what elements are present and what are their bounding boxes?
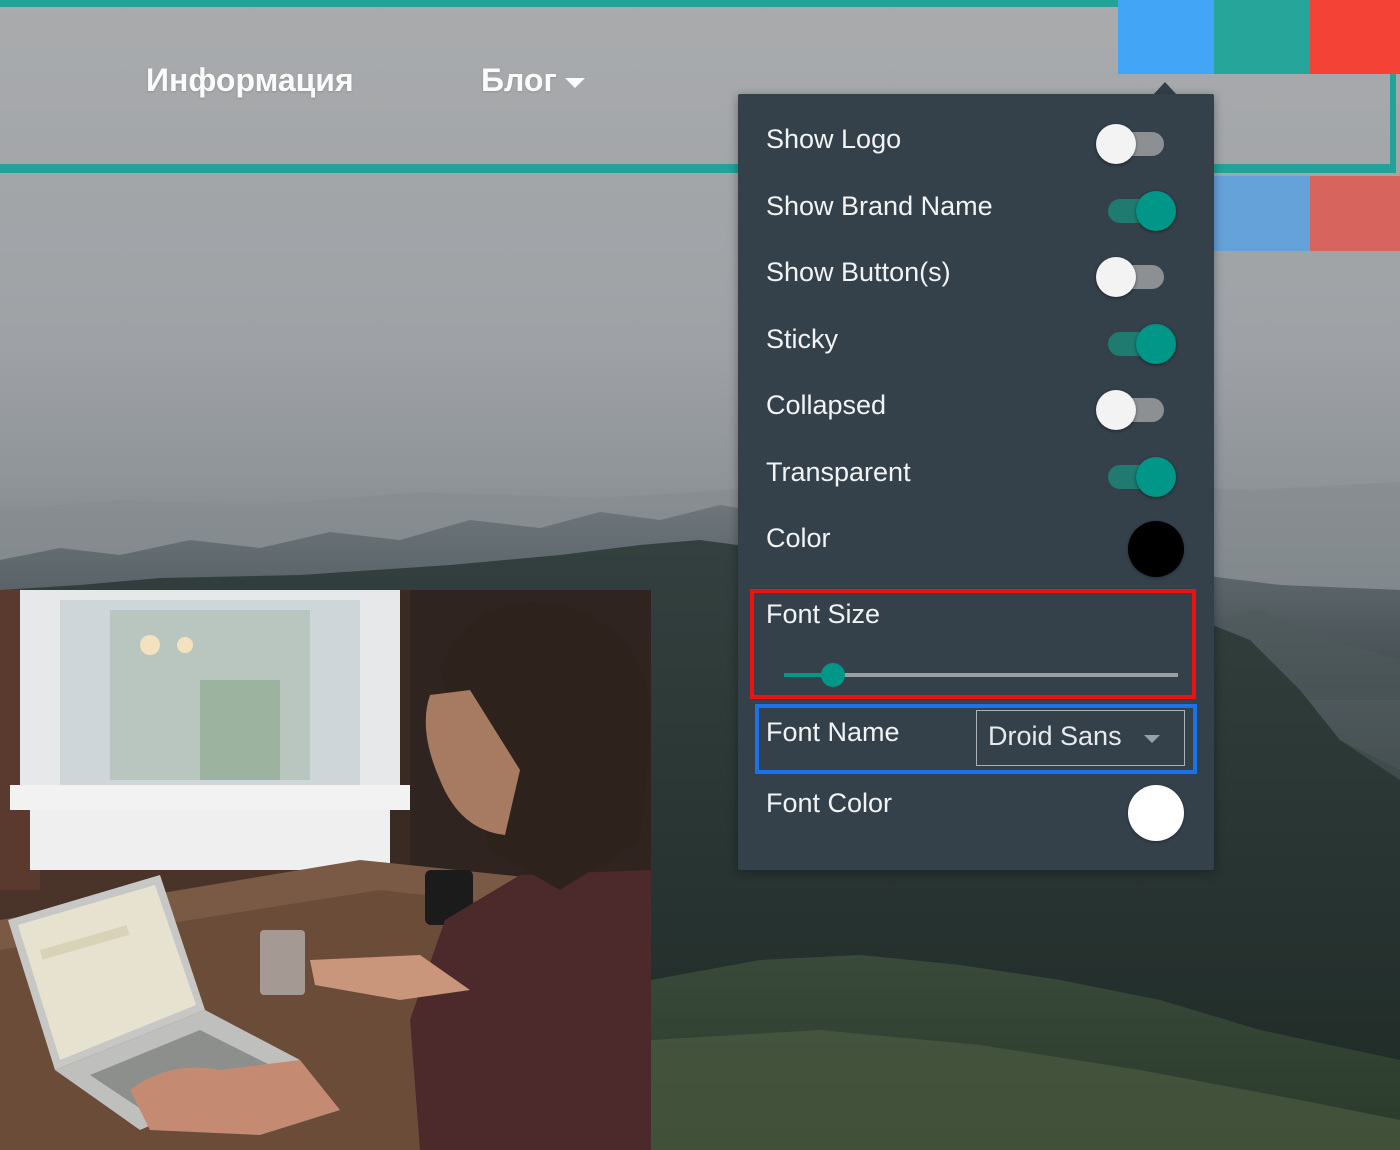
font-name-value: Droid Sans	[988, 721, 1122, 751]
show-buttons-label: Show Button(s)	[766, 257, 951, 287]
transparent-toggle[interactable]	[1098, 451, 1178, 497]
swatch-blue-light[interactable]	[1214, 176, 1310, 251]
show-buttons-toggle[interactable]	[1096, 251, 1176, 297]
sticky-toggle[interactable]	[1098, 318, 1178, 364]
font-size-slider[interactable]	[784, 660, 1178, 690]
show-logo-label: Show Logo	[766, 124, 902, 154]
transparent-label: Transparent	[766, 457, 911, 487]
font-size-label: Font Size	[766, 599, 881, 629]
font-color-picker-swatch[interactable]	[1128, 785, 1184, 841]
show-brand-name-toggle[interactable]	[1098, 185, 1178, 231]
font-name-label: Font Name	[766, 717, 900, 747]
chevron-down-icon	[564, 77, 585, 88]
color-label: Color	[766, 523, 831, 553]
navbar-settings-popover: Show Logo Show Brand Name Show Button(s)…	[738, 94, 1214, 870]
collapsed-toggle[interactable]	[1096, 384, 1176, 430]
workspace-photo	[0, 590, 651, 1150]
color-picker-swatch[interactable]	[1128, 521, 1184, 577]
toggle-knob	[1136, 324, 1176, 364]
sticky-label: Sticky	[766, 324, 839, 354]
swatch-red-light[interactable]	[1310, 176, 1400, 251]
photo-illustration	[0, 590, 651, 1150]
slider-thumb[interactable]	[821, 663, 846, 687]
toggle-knob	[1096, 124, 1136, 164]
nav-link-blog[interactable]: Блог	[481, 62, 585, 99]
collapsed-label: Collapsed	[766, 390, 887, 420]
swatch-red[interactable]	[1310, 0, 1400, 74]
nav-link-info[interactable]: Информация	[146, 62, 354, 99]
font-color-label: Font Color	[766, 788, 893, 818]
show-logo-toggle[interactable]	[1096, 118, 1176, 164]
font-name-select[interactable]: Droid Sans	[976, 710, 1185, 766]
chevron-down-icon	[1144, 735, 1160, 743]
toggle-knob	[1136, 191, 1176, 231]
swatch-blue[interactable]	[1118, 0, 1214, 74]
toggle-knob	[1136, 457, 1176, 497]
nav-link-blog-label: Блог	[481, 62, 557, 98]
toggle-knob	[1096, 390, 1136, 430]
show-brand-name-label: Show Brand Name	[766, 191, 993, 221]
toggle-knob	[1096, 257, 1136, 297]
swatch-teal[interactable]	[1214, 0, 1310, 74]
